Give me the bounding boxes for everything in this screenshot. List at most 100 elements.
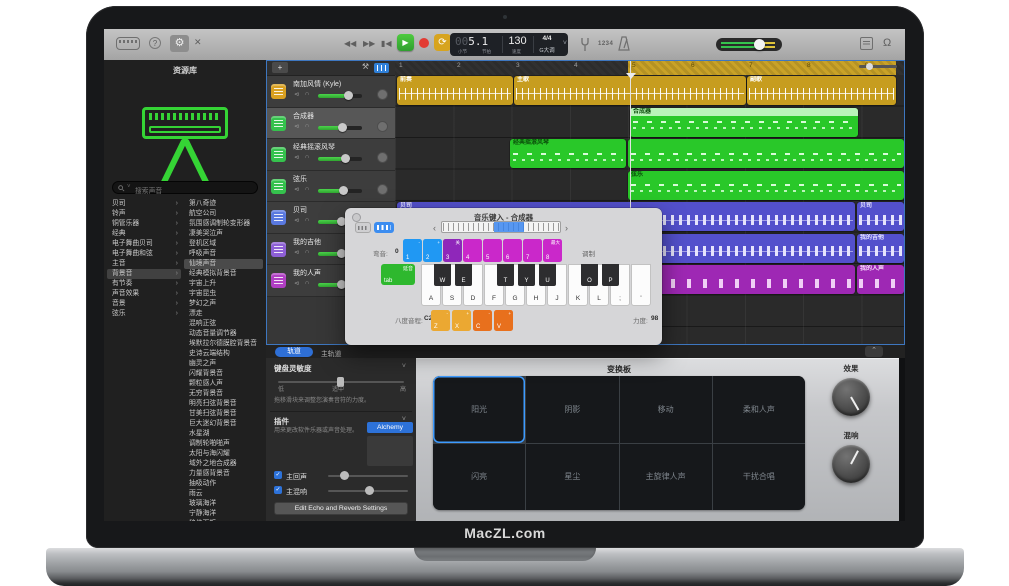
library-sound[interactable]: 移位面板 bbox=[184, 519, 263, 521]
mini-keyboard-selection[interactable] bbox=[494, 222, 524, 232]
region[interactable]: 弦乐 bbox=[628, 171, 904, 200]
mod-key[interactable]: + 2 bbox=[423, 239, 442, 262]
black-key[interactable]: E bbox=[455, 264, 472, 286]
region[interactable]: 贝司 bbox=[857, 202, 904, 231]
echo-knob[interactable] bbox=[340, 471, 349, 480]
notepad-icon[interactable] bbox=[860, 37, 873, 50]
library-category[interactable]: 电子舞曲贝司› bbox=[107, 239, 181, 249]
musical-typing-window[interactable]: 音乐键入 - 合成器 ‹ › 弯音: 0 - 1 + 2 bbox=[345, 208, 662, 345]
edit-echo-reverb-button[interactable]: Edit Echo and Reverb Settings bbox=[274, 502, 408, 515]
mod-key[interactable]: 最大 8 bbox=[543, 239, 562, 262]
library-category[interactable]: 弦乐› bbox=[107, 309, 181, 319]
library-sound[interactable]: 水星湖 bbox=[184, 429, 263, 439]
cycle-region[interactable] bbox=[628, 60, 896, 75]
library-sound[interactable]: 凄美哭泣声 bbox=[184, 229, 263, 239]
octave-key[interactable]: - C bbox=[473, 310, 492, 331]
track-volume-slider[interactable] bbox=[318, 157, 362, 161]
knob-dial[interactable] bbox=[832, 378, 870, 416]
collapse-chevron-icon[interactable]: ˅ bbox=[402, 363, 406, 370]
zoom-slider[interactable] bbox=[859, 65, 897, 68]
mute-icon[interactable]: ⊲ bbox=[294, 154, 299, 161]
black-key[interactable]: W bbox=[434, 264, 451, 286]
library-sound[interactable]: 登机区域 bbox=[184, 239, 263, 249]
library-sound[interactable]: 玻璃海洋 bbox=[184, 499, 263, 509]
headphones-icon[interactable]: ∩ bbox=[305, 123, 309, 129]
track-row[interactable]: 合成器 ⊲ ∩ bbox=[266, 108, 395, 140]
library-category[interactable]: 经典› bbox=[107, 229, 181, 239]
forward-button[interactable]: ▶▶ bbox=[363, 39, 375, 48]
mixer-levels-icon[interactable] bbox=[374, 63, 389, 73]
library-category[interactable]: 主音› bbox=[107, 259, 181, 269]
transform-pad-cell[interactable]: 移动 bbox=[620, 376, 712, 443]
track-row[interactable]: 南加风情 (Kyle) ⊲ ∩ bbox=[266, 76, 395, 108]
scissors-icon[interactable]: ✕ bbox=[194, 38, 202, 47]
transform-pad-cell[interactable]: 闪亮 bbox=[433, 444, 525, 511]
black-key[interactable]: Y bbox=[518, 264, 535, 286]
library-sound[interactable]: 力量感背景音 bbox=[184, 469, 263, 479]
mini-keyboard-strip[interactable] bbox=[441, 221, 561, 233]
zoom-knob[interactable] bbox=[866, 63, 873, 70]
plugin-slot[interactable] bbox=[367, 436, 413, 466]
transform-pad-cell[interactable]: 阳光 bbox=[433, 376, 525, 443]
playhead-marker[interactable] bbox=[626, 73, 636, 79]
library-sound[interactable]: 幽灵之声 bbox=[184, 359, 263, 369]
mod-key[interactable]: 关 3 bbox=[443, 239, 462, 262]
settings-gear-icon[interactable]: ⚙ bbox=[170, 35, 189, 52]
library-sound[interactable]: 颗粒感人声 bbox=[184, 379, 263, 389]
quick-help-icon[interactable]: ? bbox=[149, 37, 161, 49]
octave-key[interactable]: - Z bbox=[431, 310, 450, 331]
mod-key[interactable]: 4 bbox=[463, 239, 482, 262]
tuner-icon[interactable] bbox=[580, 37, 590, 52]
volume-knob[interactable] bbox=[754, 39, 765, 50]
metronome-icon[interactable] bbox=[618, 36, 630, 52]
mod-key[interactable]: 6 bbox=[503, 239, 522, 262]
wrench-icon[interactable]: ⚒ bbox=[362, 62, 369, 71]
master-volume-slider[interactable] bbox=[716, 38, 782, 51]
library-sound[interactable]: 太阳与海闪耀 bbox=[184, 449, 263, 459]
musical-typing-toggle[interactable] bbox=[374, 222, 394, 233]
mute-icon[interactable]: ⊲ bbox=[294, 280, 299, 287]
reverb-checkbox[interactable]: ✓ bbox=[274, 486, 282, 494]
library-sound[interactable]: 动态音量调节器 bbox=[184, 329, 263, 339]
transform-pad-cell[interactable]: 柔和人声 bbox=[713, 376, 805, 443]
library-category[interactable]: 贝司› bbox=[107, 199, 181, 209]
headphones-icon[interactable]: ∩ bbox=[305, 217, 309, 223]
transform-pad-cell[interactable]: 干扰合唱 bbox=[713, 444, 805, 511]
black-key[interactable]: P bbox=[602, 264, 619, 286]
library-sound[interactable]: 域外之地合成器 bbox=[184, 459, 263, 469]
loop-browser-icon[interactable]: Ω bbox=[883, 37, 891, 50]
library-sound[interactable]: 仙境声音 bbox=[184, 259, 263, 269]
library-category[interactable]: 音景› bbox=[107, 299, 181, 309]
lcd-display[interactable]: 005.1 小节 节拍 130 速度 4/4 G大调 ˅ bbox=[450, 33, 568, 56]
library-sound[interactable]: 梦幻之声 bbox=[184, 299, 263, 309]
black-key[interactable]: T bbox=[497, 264, 514, 286]
library-sound[interactable]: 甘美扫弦背景音 bbox=[184, 409, 263, 419]
library-category[interactable]: 电子舞曲和弦› bbox=[107, 249, 181, 259]
region[interactable]: 合成器 bbox=[630, 108, 858, 137]
library-sound[interactable]: 混响正弦 bbox=[184, 319, 263, 329]
chevron-up-icon[interactable]: ⌃ bbox=[865, 346, 883, 357]
octave-left-icon[interactable]: ‹ bbox=[433, 223, 436, 233]
library-sound[interactable]: 第八奇迹 bbox=[184, 199, 263, 209]
transform-pad-cell[interactable]: 主旋律人声 bbox=[620, 444, 712, 511]
echo-checkbox[interactable]: ✓ bbox=[274, 471, 282, 479]
track-row[interactable]: 经典摇滚风琴 ⊲ ∩ bbox=[266, 139, 395, 171]
keyboard-window-icon[interactable] bbox=[116, 37, 140, 50]
rewind-button[interactable]: ◀◀ bbox=[344, 39, 356, 48]
track-row[interactable]: 弦乐 ⊲ ∩ bbox=[266, 171, 395, 203]
knob-dial[interactable] bbox=[832, 445, 870, 483]
library-category[interactable]: 铃声› bbox=[107, 209, 181, 219]
play-button[interactable]: ▶ bbox=[397, 34, 414, 51]
library-sound[interactable]: 抽吸动作 bbox=[184, 479, 263, 489]
mute-icon[interactable]: ⊲ bbox=[294, 91, 299, 98]
library-sound[interactable]: 闪耀背景音 bbox=[184, 369, 263, 379]
black-key[interactable]: O bbox=[581, 264, 598, 286]
mute-icon[interactable]: ⊲ bbox=[294, 123, 299, 130]
library-sound[interactable]: 经典模拟背景音 bbox=[184, 269, 263, 279]
ruler[interactable]: 123456789 bbox=[395, 60, 905, 76]
knob-unit[interactable]: 混响 bbox=[821, 430, 881, 483]
add-track-button[interactable]: + bbox=[272, 62, 288, 73]
library-sound[interactable]: 埃默拉尔德膜腔背景音 bbox=[184, 339, 263, 349]
headphones-icon[interactable]: ∩ bbox=[305, 154, 309, 160]
knob-unit[interactable]: 效果 bbox=[821, 363, 881, 416]
